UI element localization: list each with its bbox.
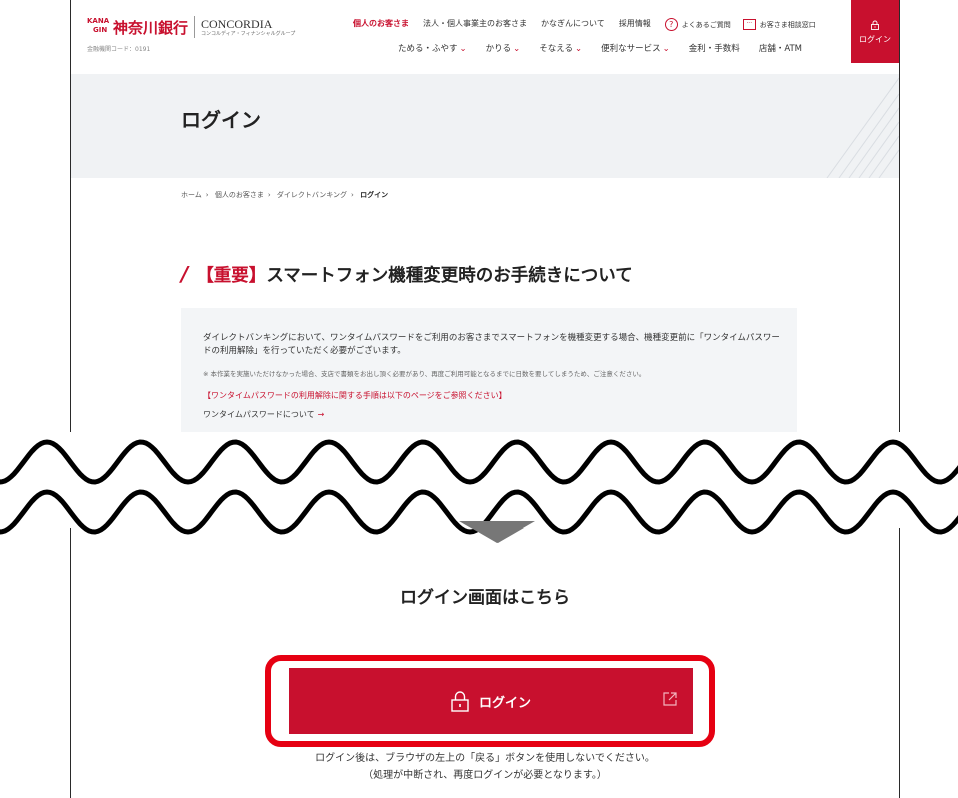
down-triangle-icon [459,521,535,543]
login-button-highlight [265,655,715,747]
